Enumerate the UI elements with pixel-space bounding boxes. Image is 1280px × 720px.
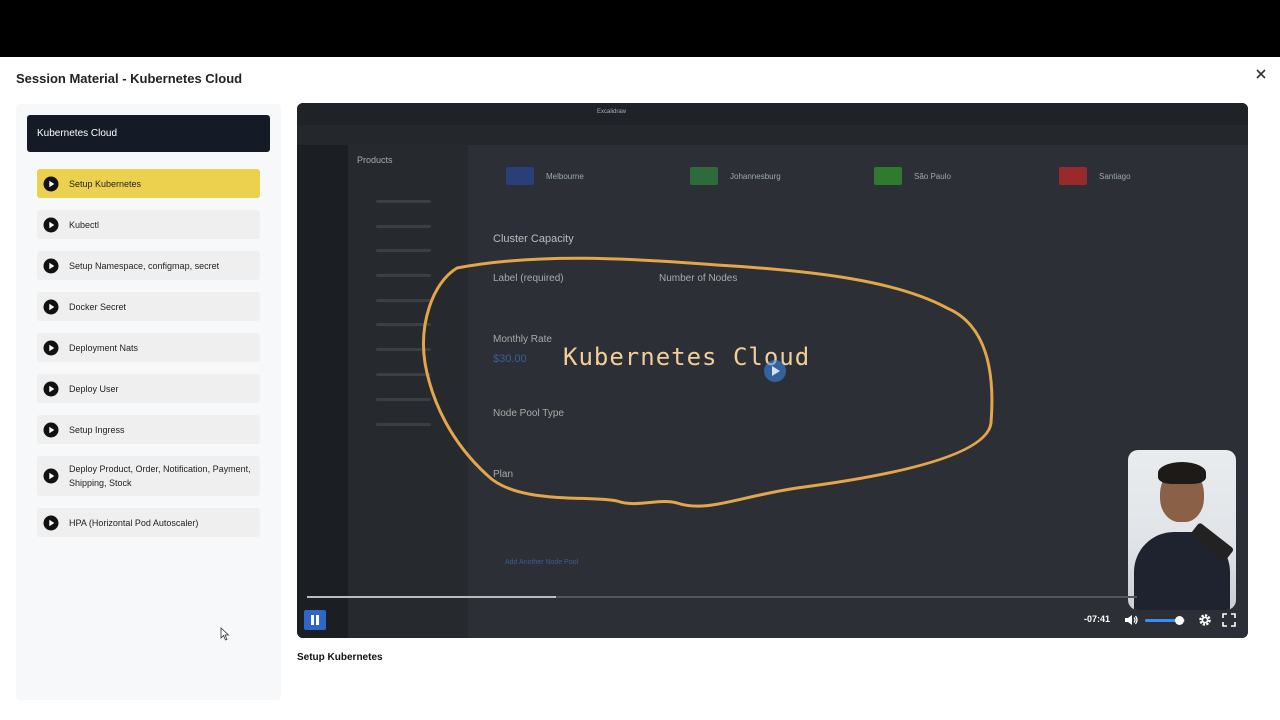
volume-slider[interactable] <box>1145 616 1185 625</box>
pause-icon <box>311 615 319 625</box>
close-button[interactable] <box>1252 65 1270 83</box>
lesson-item[interactable]: HPA (Horizontal Pod Autoscaler) <box>37 508 260 537</box>
lesson-label: Setup Namespace, configmap, secret <box>69 260 220 271</box>
play-circle-icon <box>43 340 59 356</box>
modal-title: Session Material - Kubernetes Cloud <box>16 71 243 86</box>
play-circle-icon <box>43 176 59 192</box>
play-circle-icon <box>43 515 59 531</box>
close-icon <box>1256 69 1266 79</box>
lesson-item[interactable]: Deploy Product, Order, Notification, Pay… <box>37 456 260 496</box>
time-remaining: -07:41 <box>1084 614 1111 624</box>
volume-icon <box>1125 615 1138 625</box>
play-circle-icon <box>43 258 59 274</box>
mouse-cursor-icon <box>220 627 230 641</box>
lesson-item[interactable]: Setup Namespace, configmap, secret <box>37 251 260 280</box>
lesson-item[interactable]: Setup Kubernetes <box>37 169 260 198</box>
video-progress-bar[interactable] <box>307 596 1137 598</box>
section-header[interactable]: Kubernetes Cloud <box>27 115 270 152</box>
settings-button[interactable] <box>1197 612 1213 628</box>
lesson-label: Docker Secret <box>69 301 127 312</box>
play-circle-icon <box>43 422 59 438</box>
lesson-item[interactable]: Setup Ingress <box>37 415 260 444</box>
play-overlay-icon <box>764 360 786 382</box>
lesson-label: Kubectl <box>69 219 100 230</box>
session-material-modal: Session Material - Kubernetes Cloud Kube… <box>0 57 1280 720</box>
lesson-item[interactable]: Deploy User <box>37 374 260 403</box>
play-circle-icon <box>43 217 59 233</box>
lesson-item[interactable]: Kubectl <box>37 210 260 239</box>
volume-knob[interactable] <box>1175 616 1184 625</box>
lesson-list: Setup Kubernetes Kubectl Setup Namespace, … <box>37 169 260 549</box>
play-circle-icon <box>43 381 59 397</box>
lesson-item[interactable]: Docker Secret <box>37 292 260 321</box>
lesson-label: Deployment Nats <box>69 342 139 353</box>
lesson-label: Setup Kubernetes <box>69 178 142 189</box>
presenter-webcam <box>1128 450 1236 610</box>
play-circle-icon <box>43 468 59 484</box>
play-circle-icon <box>43 299 59 315</box>
lesson-sidebar: Kubernetes Cloud Setup Kubernetes Kubectl… <box>16 104 281 700</box>
video-player[interactable]: Excalidraw Products Melbourne Johannesbu… <box>297 103 1248 638</box>
fullscreen-button[interactable] <box>1221 612 1237 628</box>
lesson-label: Deploy User <box>69 383 119 394</box>
settings-icon <box>1199 614 1211 626</box>
lesson-label: HPA (Horizontal Pod Autoscaler) <box>69 517 199 528</box>
lesson-item[interactable]: Deployment Nats <box>37 333 260 362</box>
fullscreen-icon <box>1222 613 1236 627</box>
lesson-label: Setup Ingress <box>69 424 125 435</box>
video-caption: Setup Kubernetes <box>297 652 383 663</box>
video-progress-fill <box>307 596 556 598</box>
volume-button[interactable] <box>1123 612 1139 628</box>
lesson-label: Deploy Product, Order, Notification, Pay… <box>69 464 251 488</box>
pause-button[interactable] <box>304 610 326 630</box>
